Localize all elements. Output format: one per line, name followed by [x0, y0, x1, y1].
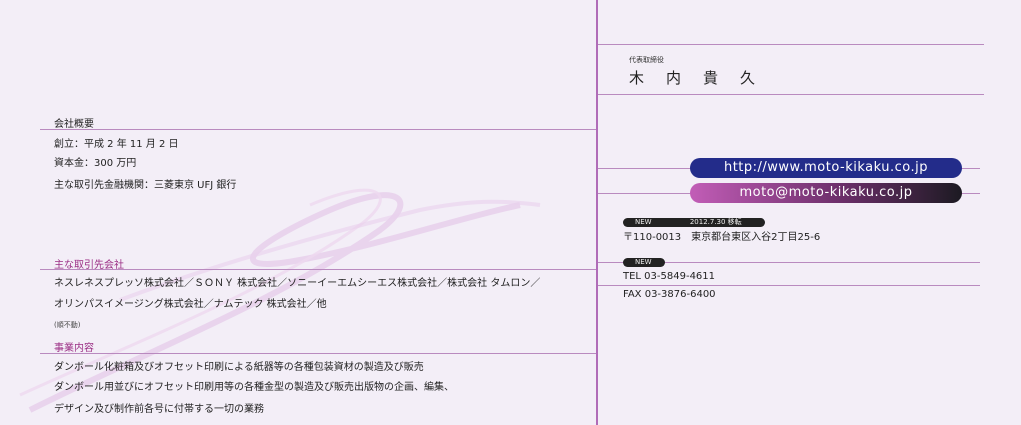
- address-text: 〒110-0013 東京都台東区入谷2丁目25-6: [623, 232, 821, 243]
- website-link[interactable]: http://www.moto-kikaku.co.jp: [690, 158, 962, 178]
- overview-heading: 会社概要: [54, 119, 94, 130]
- clients-rule: [40, 269, 596, 270]
- new-badge-label: NEW: [635, 218, 652, 226]
- business-line-3: デザイン及び制作前各号に付帯する一切の業務: [54, 404, 264, 415]
- rep-bottom-rule: [598, 94, 984, 95]
- address-badge: NEW 2012.7.30 移転: [623, 218, 765, 227]
- tel-rule: [598, 285, 980, 286]
- contact-badge: NEW: [623, 258, 665, 267]
- business-line-2: ダンボール用並びにオフセット印刷用等の各種金型の製造及び販売出版物の企画、編集、: [54, 382, 454, 393]
- rep-name: 木内貴久: [629, 69, 778, 87]
- business-line-1: ダンボール化粧箱及びオフセット印刷による紙器等の各種包装資材の製造及び販売: [54, 362, 424, 373]
- vertical-divider: [596, 0, 598, 425]
- clients-line-2: オリンパスイメージング株式会社／ナムテック 株式会社／他: [54, 299, 327, 310]
- founded-text: 創立：平成 2 年 11 月 2 日: [54, 139, 179, 150]
- clients-line-1: ネスレネスプレッソ株式会社／ＳＯＮＹ 株式会社／ソニーイーエムシーエス株式会社／…: [54, 278, 541, 289]
- clients-note: (順不動): [54, 321, 81, 329]
- capital-text: 資本金：300 万円: [54, 158, 137, 169]
- fax-text: FAX 03-3876-6400: [623, 289, 716, 300]
- relocation-note: 2012.7.30 移転: [689, 218, 742, 226]
- business-heading: 事業内容: [54, 343, 94, 354]
- email-link[interactable]: moto@moto-kikaku.co.jp: [690, 183, 962, 203]
- business-rule: [40, 353, 596, 354]
- rep-title: 代表取締役: [629, 56, 664, 64]
- overview-rule: [40, 129, 596, 130]
- tel-text: TEL 03-5849-4611: [623, 271, 716, 282]
- rep-top-rule: [598, 44, 984, 45]
- bank-text: 主な取引先金融機関：三菱東京 UFJ 銀行: [54, 180, 237, 191]
